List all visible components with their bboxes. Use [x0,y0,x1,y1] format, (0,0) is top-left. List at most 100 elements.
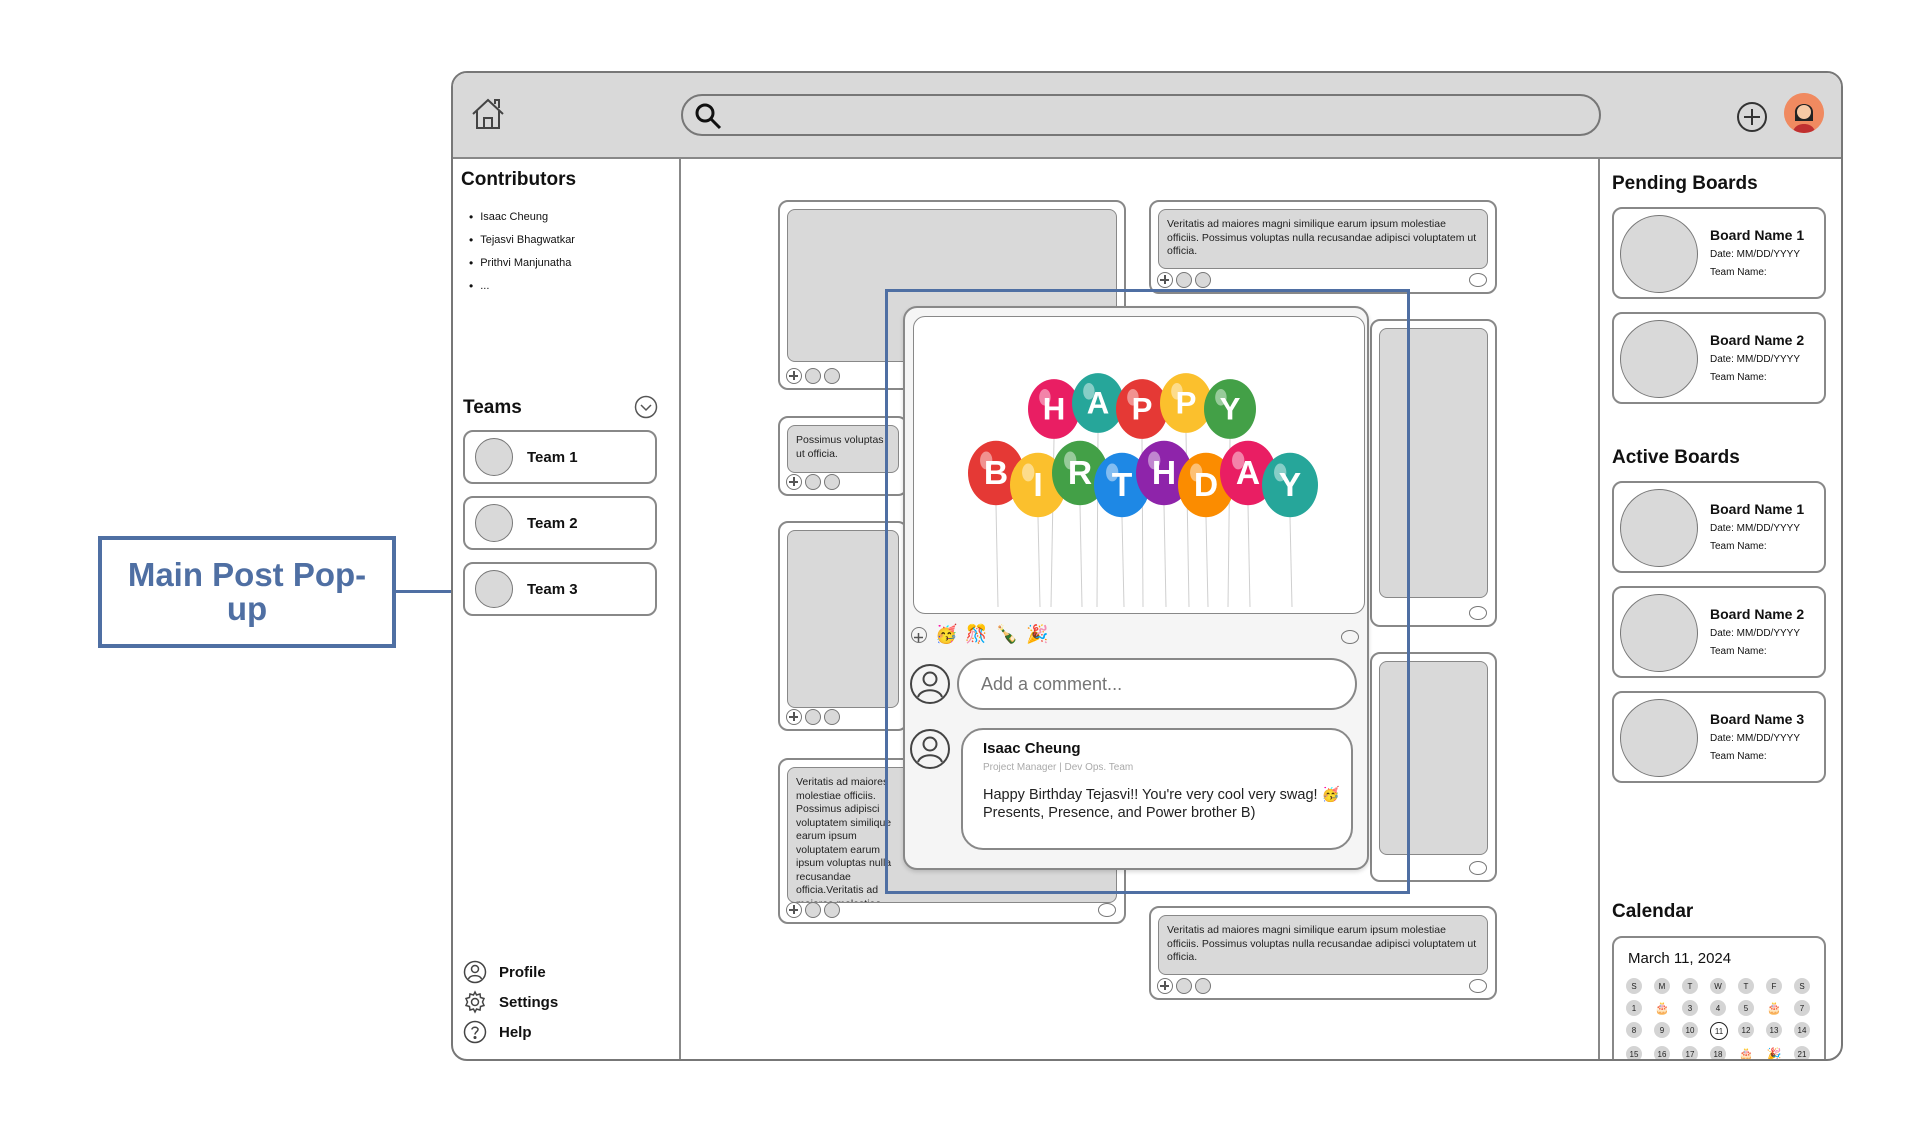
board-date: Date: MM/DD/YYYY [1710,354,1801,365]
reaction-icon[interactable] [805,902,821,918]
balloon-letter: H [1152,455,1176,492]
team-card-3[interactable]: Team 3 [463,562,657,616]
calendar-day[interactable]: 9 [1654,1022,1670,1038]
add-reaction-icon[interactable] [786,368,802,384]
comment-input[interactable] [957,658,1357,710]
contributor-item: ... [469,274,575,297]
teams-title: Teams [463,397,522,418]
add-reaction-icon[interactable] [911,626,927,643]
add-reaction-icon[interactable] [786,902,802,918]
calendar-day[interactable]: 🎂 [1654,1000,1670,1016]
board-thumbnail [1620,215,1698,293]
comment-icon[interactable] [1469,861,1487,875]
calendar-day[interactable]: 21 [1794,1046,1810,1059]
home-icon[interactable] [469,95,507,133]
calendar-weekday: S [1794,978,1810,994]
reaction-icon[interactable] [1176,272,1192,288]
post-reactions [786,902,840,918]
comment-icon[interactable] [1469,606,1487,620]
calendar-day[interactable]: 14 [1794,1022,1810,1038]
post-card[interactable]: Veritatis ad maiores magni similique ear… [1149,200,1497,294]
search-input[interactable] [681,94,1601,136]
contributors-title: Contributors [461,169,577,190]
calendar-day[interactable]: 8 [1626,1022,1642,1038]
reaction-icon[interactable] [824,474,840,490]
add-reaction-icon[interactable] [786,474,802,490]
settings-link[interactable]: Settings [463,990,663,1014]
reaction-icon[interactable] [1195,978,1211,994]
reaction-popper[interactable]: 🎉 [1026,624,1048,645]
calendar-day[interactable]: 🎂 [1766,1000,1782,1016]
comment-icon[interactable] [1098,903,1116,917]
add-reaction-icon[interactable] [1157,272,1173,288]
reaction-party-face[interactable]: 🥳 [935,624,957,645]
post-text: Possimus voluptas ut officia. [796,434,884,460]
pending-board-card[interactable]: Board Name 1 Date: MM/DD/YYYY Team Name: [1612,207,1826,299]
comment-icon[interactable] [1469,273,1487,287]
team-card-1[interactable]: Team 1 [463,430,657,484]
balloon-letter: T [1112,467,1133,504]
calendar-day[interactable]: 12 [1738,1022,1754,1038]
calendar-day[interactable]: 3 [1682,1000,1698,1016]
calendar-day[interactable]: 10 [1682,1022,1698,1038]
balloon-letter: H [1043,391,1066,426]
calendar-weekday: S [1626,978,1642,994]
reaction-icon[interactable] [824,709,840,725]
board-name: Board Name 2 [1710,606,1805,622]
team-card-2[interactable]: Team 2 [463,496,657,550]
reaction-icon[interactable] [805,368,821,384]
team-label: Team 1 [527,448,578,466]
post-card[interactable]: Veritatis ad maiores magni similique ear… [1149,906,1497,1000]
comment-icon[interactable] [1341,630,1359,644]
calendar-day[interactable]: 17 [1682,1046,1698,1059]
help-link[interactable]: Help [463,1020,663,1044]
balloon-letter: P [1132,391,1153,426]
profile-link[interactable]: Profile [463,960,663,984]
reaction-icon[interactable] [1195,272,1211,288]
calendar-day[interactable]: 18 [1710,1046,1726,1059]
board-thumbnail [1620,699,1698,777]
comment-author[interactable]: Isaac Cheung [983,740,1081,757]
calendar-day[interactable]: 11 [1710,1022,1728,1040]
active-board-card[interactable]: Board Name 1 Date: MM/DD/YYYY Team Name: [1612,481,1826,573]
settings-label: Settings [499,993,559,1011]
avatar[interactable] [1784,93,1824,133]
add-reaction-icon[interactable] [1157,978,1173,994]
post-reactions [786,709,840,725]
board-thumbnail [1620,489,1698,567]
comment-icon[interactable] [1469,979,1487,993]
contributor-item[interactable]: Isaac Cheung [469,205,575,228]
calendar-day[interactable]: 15 [1626,1046,1642,1059]
calendar-day[interactable]: 🎉 [1766,1046,1782,1059]
reaction-icon[interactable] [824,902,840,918]
team-label: Team 2 [527,514,578,532]
calendar-day[interactable]: 13 [1766,1022,1782,1038]
reaction-icon[interactable] [805,474,821,490]
search-icon[interactable] [693,101,723,131]
contributor-item[interactable]: Tejasvi Bhagwatkar [469,228,575,251]
add-reaction-icon[interactable] [786,709,802,725]
calendar-day[interactable]: 🎂 [1738,1046,1754,1059]
board-team: Team Name: [1710,267,1767,278]
calendar-day[interactable]: 4 [1710,1000,1726,1016]
calendar-day[interactable]: 16 [1654,1046,1670,1059]
team-label: Team 3 [527,580,578,598]
calendar-day[interactable]: 7 [1794,1000,1810,1016]
chevron-down-icon[interactable] [634,395,658,419]
user-icon [910,664,950,704]
reaction-bottle[interactable]: 🍾 [996,624,1018,645]
reaction-icon[interactable] [1176,978,1192,994]
reaction-icon[interactable] [824,368,840,384]
active-board-card[interactable]: Board Name 3 Date: MM/DD/YYYY Team Name: [1612,691,1826,783]
reaction-ribbon[interactable]: 🎊 [965,624,987,645]
calendar-weekday: M [1654,978,1670,994]
active-board-card[interactable]: Board Name 2 Date: MM/DD/YYYY Team Name: [1612,586,1826,678]
calendar-day[interactable]: 1 [1626,1000,1642,1016]
board-thumbnail [1620,320,1698,398]
pending-board-card[interactable]: Board Name 2 Date: MM/DD/YYYY Team Name: [1612,312,1826,404]
reaction-icon[interactable] [805,709,821,725]
contributor-item[interactable]: Prithvi Manjunatha [469,251,575,274]
add-icon[interactable] [1736,101,1768,133]
post-reactions [1157,978,1211,994]
calendar-day[interactable]: 5 [1738,1000,1754,1016]
